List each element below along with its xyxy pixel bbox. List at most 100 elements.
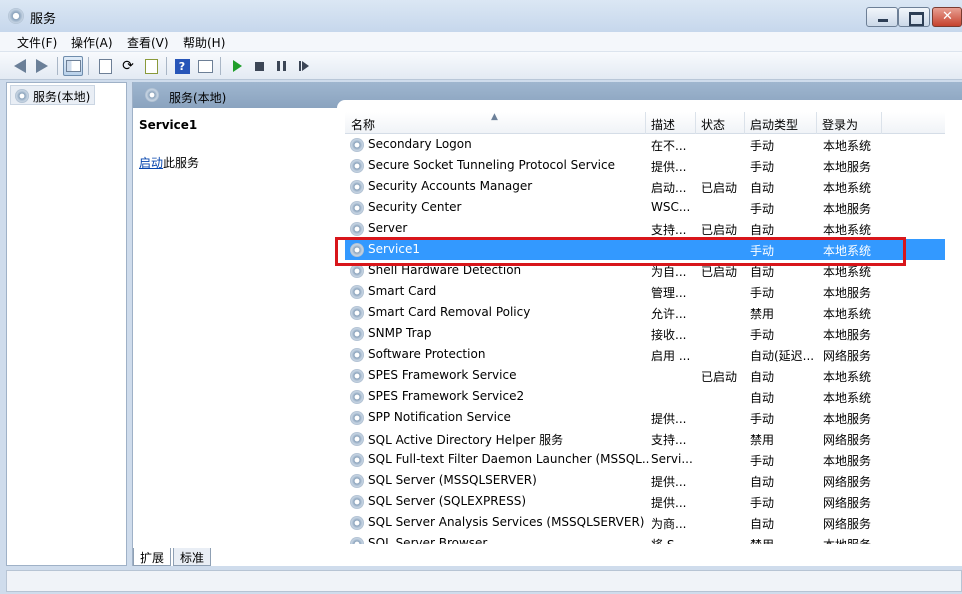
window-title: 服务 [30, 12, 57, 27]
service-description: 允许... [651, 307, 687, 321]
table-row[interactable]: SQL Server (MSSQLSERVER) 提供... 自动 网络服务 [345, 470, 945, 491]
service-gear-icon [350, 285, 364, 299]
service-description: 提供... [651, 160, 687, 174]
service-logon-as: 本地服务 [823, 536, 885, 544]
menu-view[interactable]: 查看(V) [127, 34, 169, 51]
table-row[interactable]: SQL Active Directory Helper 服务 支持... 禁用 网络服… [345, 428, 945, 449]
service-startup-type: 禁用 [750, 433, 775, 447]
service-name: Security Center [368, 200, 462, 214]
service-name: SPES Framework Service [368, 368, 517, 382]
console-tree-icon[interactable] [63, 56, 83, 76]
service-name: SNMP Trap [368, 326, 432, 340]
table-row[interactable]: Software Protection 启用 ... 自动(延迟... 网络服务 [345, 344, 945, 365]
table-row[interactable]: SPP Notification Service 提供... 手动 本地服务 [345, 407, 945, 428]
service-startup-type: 手动 [750, 202, 775, 216]
table-row[interactable]: Smart Card 管理... 手动 本地服务 [345, 281, 945, 302]
service-logon-as: 本地系统 [823, 307, 872, 321]
start-service-action: 启动此服务 [139, 154, 199, 171]
service-logon-as: 本地系统 [823, 223, 872, 237]
service-logon-as: 本地服务 [823, 160, 872, 174]
minimize-button[interactable] [866, 7, 898, 27]
service-description: 在不... [651, 139, 687, 153]
table-row[interactable]: SPES Framework Service 已启动 自动 本地系统 [345, 365, 945, 386]
start-service-link[interactable]: 启动 [139, 156, 163, 170]
service-startup-type: 自动 [750, 391, 775, 405]
service-description: Servi... [651, 452, 693, 466]
service-gear-icon [350, 306, 364, 320]
column-header-status[interactable]: 状态 [701, 116, 725, 133]
help-icon[interactable]: ? [172, 56, 192, 76]
service-gear-icon [350, 138, 364, 152]
service-logon-as: 网络服务 [823, 475, 872, 489]
service-startup-type: 手动 [750, 328, 775, 342]
service-name: SQL Active Directory Helper 服务 [368, 433, 564, 447]
service-logon-as: 网络服务 [823, 433, 872, 447]
column-header-name[interactable]: 名称 [351, 116, 375, 133]
pane-header: 服务(本地) [133, 82, 962, 110]
service-gear-icon [350, 537, 364, 544]
refresh-icon[interactable]: ⟳ [118, 56, 138, 76]
pause-service-icon[interactable] [271, 56, 291, 76]
close-button[interactable] [932, 7, 962, 27]
service-name: SQL Server (SQLEXPRESS) [368, 494, 527, 508]
stop-service-icon[interactable] [249, 56, 269, 76]
service-gear-icon [350, 180, 364, 194]
service-logon-as: 本地系统 [823, 181, 872, 195]
menu-help[interactable]: 帮助(H) [183, 34, 225, 51]
service-gear-icon [350, 348, 364, 362]
start-service-icon[interactable] [227, 56, 247, 76]
services-pane: 服务(本地) Service1 启动此服务 ▲ 名称 描述 状态 启动类型 登录… [132, 82, 962, 566]
pane-header-title: 服务(本地) [169, 91, 227, 105]
service-gear-icon [350, 369, 364, 383]
service-name: SQL Server Browser [368, 536, 488, 544]
service-logon-as: 本地服务 [823, 202, 872, 216]
export-list-icon[interactable] [141, 56, 161, 76]
show-hide-icon[interactable] [195, 56, 215, 76]
table-row[interactable]: SPES Framework Service2 自动 本地系统 [345, 386, 945, 407]
tab-extended[interactable]: 扩展 [133, 548, 172, 566]
table-row[interactable]: Secure Socket Tunneling Protocol Service… [345, 155, 945, 176]
menu-action[interactable]: 操作(A) [71, 34, 113, 51]
properties-icon[interactable] [95, 56, 115, 76]
service-gear-icon [350, 264, 364, 278]
service-gear-icon [350, 222, 364, 236]
service-gear-icon [145, 88, 159, 102]
table-row[interactable]: SQL Server Browser 将 S... 禁用本地服务 [345, 533, 945, 544]
tab-standard[interactable]: 标准 [173, 548, 212, 566]
table-row[interactable]: SQL Server Analysis Services (MSSQLSERVE… [345, 512, 945, 533]
service-status: 已启动 [701, 223, 738, 237]
tree-item-services-local[interactable]: 服务(本地) [10, 85, 96, 105]
tree-item-label: 服务(本地) [33, 90, 91, 104]
table-row[interactable]: SNMP Trap 接收... 手动 本地服务 [345, 323, 945, 344]
table-row[interactable]: Server 支持... 已启动 自动 本地系统 [345, 218, 945, 239]
column-header-startup-type[interactable]: 启动类型 [750, 116, 798, 133]
menu-bar: 文件(F) 操作(A) 查看(V) 帮助(H) [0, 32, 962, 52]
forward-arrow-icon[interactable] [32, 56, 52, 76]
menu-file[interactable]: 文件(F) [17, 34, 57, 51]
service-logon-as: 本地服务 [823, 286, 872, 300]
service-description: 启动... [651, 181, 687, 195]
table-row[interactable]: SQL Server (SQLEXPRESS) 提供... 手动 网络服务 [345, 491, 945, 512]
service-gear-icon [350, 201, 364, 215]
restart-service-icon[interactable] [294, 56, 314, 76]
service-name: Secure Socket Tunneling Protocol Service [368, 158, 615, 172]
toolbar: ⟳ ? [0, 52, 962, 80]
service-status: 已启动 [701, 370, 738, 384]
service-description: 提供... [651, 475, 687, 489]
table-row[interactable]: Secondary Logon 在不... 手动 本地系统 [345, 134, 945, 155]
service-logon-as: 网络服务 [823, 496, 872, 510]
table-row[interactable]: SQL Full-text Filter Daemon Launcher (MS… [345, 449, 945, 470]
back-arrow-icon[interactable] [10, 56, 30, 76]
service-startup-type: 手动 [750, 496, 775, 510]
start-service-link-suffix: 此服务 [163, 156, 200, 170]
service-description: WSC... [651, 200, 691, 214]
maximize-button[interactable] [898, 7, 930, 27]
service-description: 提供... [651, 496, 687, 510]
service-startup-type: 自动(延迟... [750, 349, 815, 363]
column-header-logon-as[interactable]: 登录为 [822, 116, 858, 133]
table-row[interactable]: Security Accounts Manager 启动... 已启动 自动 本地系统 [345, 176, 945, 197]
table-row[interactable]: Smart Card Removal Policy 允许... 禁用 本地系统 [345, 302, 945, 323]
table-row[interactable]: Security Center WSC... 手动 本地服务 [345, 197, 945, 218]
column-header-desc[interactable]: 描述 [651, 116, 675, 133]
status-bar [6, 570, 962, 592]
